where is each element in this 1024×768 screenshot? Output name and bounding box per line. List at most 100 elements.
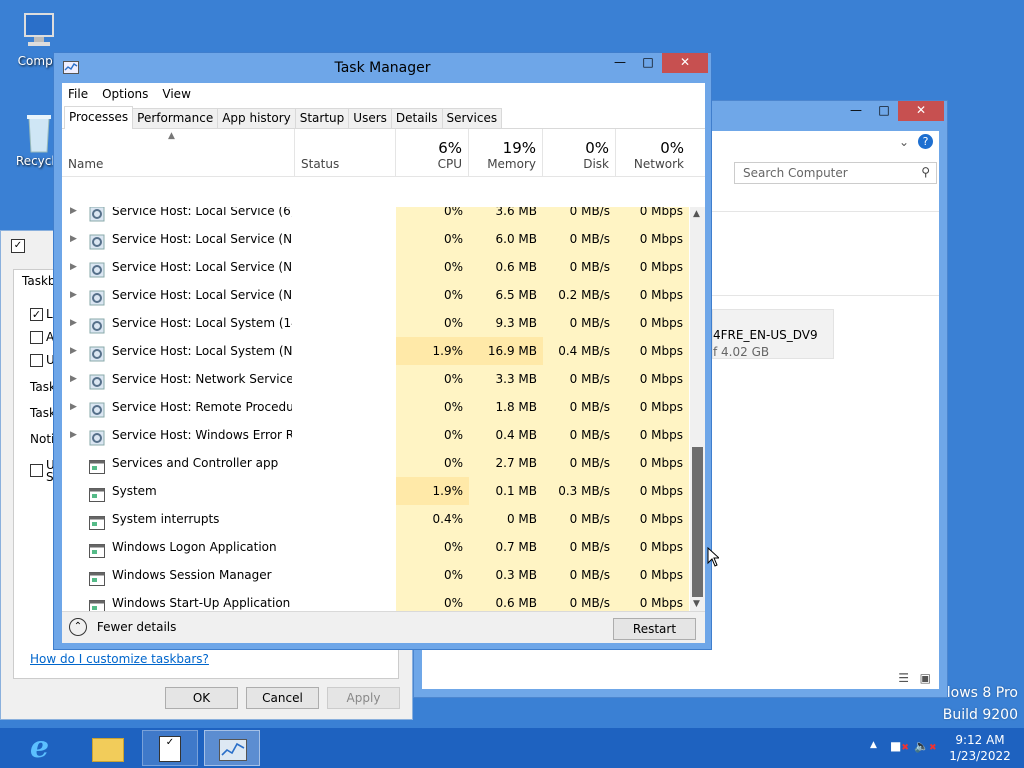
checkbox-lock[interactable]: ✓ [30, 308, 43, 321]
process-row[interactable]: ▶ Service Host: Remote Procedure... 0%1.8 … [62, 393, 690, 421]
column-disk[interactable]: 0% Disk [543, 129, 616, 177]
process-window-icon [89, 512, 105, 530]
network-value: 0 Mbps [616, 365, 689, 393]
process-row[interactable]: ▶ Service Host: Local Service (No ... 0%6.… [62, 281, 690, 309]
process-window-icon [89, 596, 105, 611]
sort-arrow-icon: ▲ [168, 131, 175, 141]
apply-button[interactable]: Apply [327, 687, 400, 709]
column-status[interactable]: Status [295, 129, 396, 177]
process-row[interactable]: Windows Start-Up Application 0% 0.6 MB 0 MB… [62, 589, 690, 611]
scroll-up-icon[interactable]: ▲ [693, 209, 700, 219]
search-box[interactable]: Search Computer ⚲ [734, 162, 937, 184]
service-gear-icon [89, 400, 105, 418]
minimize-button[interactable]: — [842, 101, 870, 121]
cpu-value: 0.4% [396, 505, 469, 533]
tab-app-history[interactable]: App history [217, 108, 296, 128]
process-row[interactable]: ▶ Service Host: Local Service (Net... 0%6.… [62, 225, 690, 253]
drive-name: 4FRE_EN-US_DV9 [713, 328, 818, 342]
scrollbar-thumb[interactable] [692, 447, 703, 597]
expand-arrow-icon[interactable]: ▶ [70, 281, 80, 309]
vertical-scrollbar[interactable]: ▲ ▼ [690, 207, 705, 611]
taskbar-ie[interactable]: e [18, 730, 74, 766]
close-button[interactable]: ✕ [662, 53, 708, 73]
taskbar-explorer[interactable] [80, 730, 136, 766]
disk-value: 0.3 MB/s [543, 477, 616, 505]
system-tray: ▲ ■✖ 🔈✖ 9:12 AM 1/23/2022 [864, 728, 1024, 768]
process-row[interactable]: ▶ Service Host: Windows Error Re... 0%0.4 … [62, 421, 690, 449]
menu-view[interactable]: View [162, 87, 190, 101]
help-link[interactable]: How do I customize taskbars? [30, 652, 209, 666]
service-gear-icon [89, 372, 105, 390]
process-row[interactable]: ▶ Service Host: Local System (14) 0% 9.3 MB… [62, 309, 690, 337]
service-gear-icon [89, 428, 105, 446]
checkbox-peek[interactable] [30, 464, 43, 477]
taskbar: e ✓ ▲ ■✖ 🔈✖ 9:12 AM 1/23/2022 [0, 728, 1024, 768]
column-network[interactable]: 0% Network [616, 129, 690, 177]
ribbon-expand-icon[interactable]: ⌄ [899, 135, 909, 149]
tab-users[interactable]: Users [348, 108, 392, 128]
process-row[interactable]: ▶ Service Host: Local Service (6) 0% 3.6 MB… [62, 207, 690, 225]
taskbar-task-manager[interactable] [204, 730, 260, 766]
memory-value: 0.7 MB [469, 533, 543, 561]
expand-arrow-icon[interactable]: ▶ [70, 421, 80, 449]
taskbar-properties[interactable]: ✓ [142, 730, 198, 766]
drive-tile[interactable]: 4FRE_EN-US_DV9 f 4.02 GB [712, 309, 834, 359]
show-hidden-icons-icon[interactable]: ▲ [870, 740, 877, 750]
disk-value: 0 MB/s [543, 533, 616, 561]
maximize-button[interactable]: □ [634, 53, 662, 73]
maximize-button[interactable]: □ [870, 101, 898, 121]
tab-processes[interactable]: Processes [64, 106, 134, 129]
process-row[interactable]: System interrupts 0.4% 0 MB 0 MB/s 0 Mbps [62, 505, 690, 533]
fewer-details-button[interactable]: ⌃ Fewer details [69, 618, 176, 638]
volume-icon[interactable]: 🔈✖ [914, 739, 937, 753]
expand-arrow-icon[interactable]: ▶ [70, 207, 80, 225]
column-cpu[interactable]: 6% CPU [396, 129, 469, 177]
checkbox-small-buttons[interactable] [30, 354, 43, 367]
process-row[interactable]: System 1.9% 0.1 MB 0.3 MB/s 0 Mbps [62, 477, 690, 505]
clock-date: 1/23/2022 [949, 749, 1011, 763]
service-gear-icon [89, 316, 105, 334]
clock[interactable]: 9:12 AM 1/23/2022 [944, 733, 1016, 763]
cancel-button[interactable]: Cancel [246, 687, 319, 709]
menu-file[interactable]: File [68, 87, 88, 101]
memory-value: 0.6 MB [469, 589, 543, 611]
expand-arrow-icon[interactable]: ▶ [70, 337, 80, 365]
menu-options[interactable]: Options [102, 87, 148, 101]
title-bar[interactable]: Task Manager — □ ✕ [54, 53, 711, 83]
process-row[interactable]: Windows Logon Application 0% 0.7 MB 0 MB/s 0… [62, 533, 690, 561]
process-list: ▶ Service Host: Local Service (6) 0% 3.6 MB… [62, 207, 690, 611]
ok-button[interactable]: OK [165, 687, 238, 709]
disk-value: 0 MB/s [543, 393, 616, 421]
disk-value: 0 MB/s [543, 421, 616, 449]
tab-startup[interactable]: Startup [294, 108, 350, 128]
expand-arrow-icon[interactable]: ▶ [70, 393, 80, 421]
expand-arrow-icon[interactable]: ▶ [70, 365, 80, 393]
close-button[interactable]: ✕ [898, 101, 944, 121]
network-status-icon[interactable]: ■✖ [890, 739, 909, 753]
expand-arrow-icon[interactable]: ▶ [70, 225, 80, 253]
minimize-button[interactable]: — [606, 53, 634, 73]
tab-services[interactable]: Services [441, 108, 503, 128]
disk-value: 0 MB/s [543, 449, 616, 477]
process-row[interactable]: ▶ Service Host: Network Service (4) 0%3.3 … [62, 365, 690, 393]
details-view-icon[interactable]: ☰ [898, 671, 909, 685]
restart-button[interactable]: Restart [613, 618, 696, 640]
search-input[interactable]: Search Computer [743, 166, 848, 180]
tab-details[interactable]: Details [390, 108, 443, 128]
tab-performance[interactable]: Performance [132, 108, 219, 128]
column-name[interactable]: ▲ Name [62, 129, 295, 177]
process-row[interactable]: ▶Service Host: Local Service (No I...0%0… [62, 253, 690, 281]
tiles-view-icon[interactable]: ▣ [920, 671, 931, 685]
expand-arrow-icon[interactable]: ▶ [70, 253, 80, 281]
process-name: System interrupts [112, 512, 220, 526]
scroll-down-icon[interactable]: ▼ [693, 599, 700, 609]
process-name: Service Host: Network Service (4) [112, 372, 292, 386]
process-row[interactable]: Windows Session Manager 0% 0.3 MB 0 MB/s 0 M… [62, 561, 690, 589]
expand-arrow-icon[interactable]: ▶ [70, 309, 80, 337]
process-row[interactable]: ▶ Service Host: Local System (Net... 1.9%1… [62, 337, 690, 365]
process-row[interactable]: Services and Controller app 0% 2.7 MB 0 MB/… [62, 449, 690, 477]
help-icon[interactable]: ? [918, 134, 933, 149]
column-memory[interactable]: 19% Memory [469, 129, 543, 177]
disk-value: 0 MB/s [543, 561, 616, 589]
checkbox-autohide[interactable] [30, 331, 43, 344]
